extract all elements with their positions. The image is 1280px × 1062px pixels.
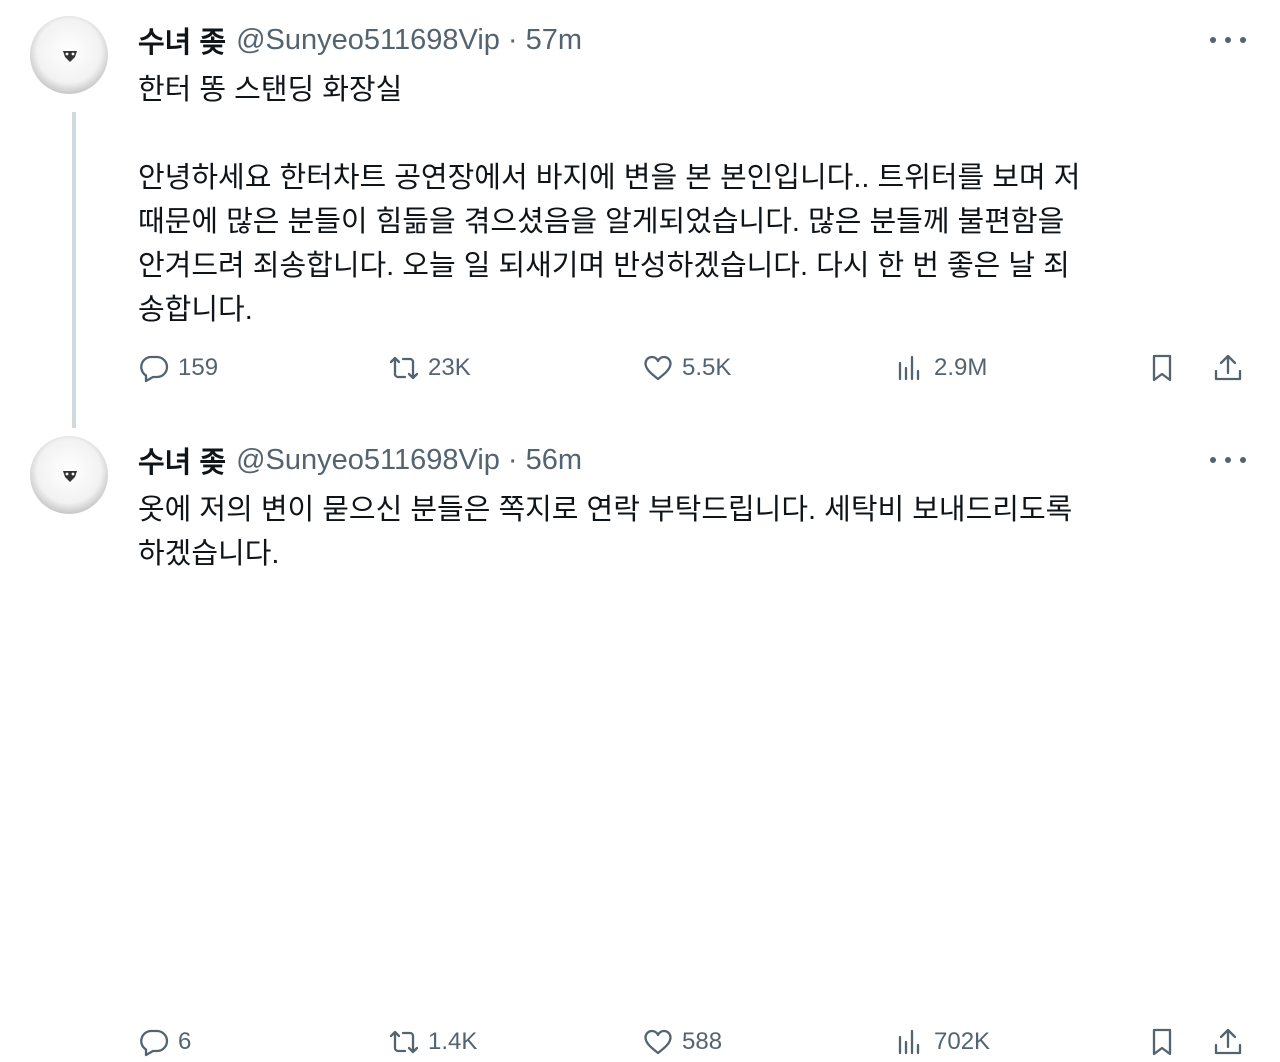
views-count: 702K — [934, 1028, 991, 1055]
heart-icon — [644, 355, 672, 381]
tweet-header: 수녀 좆 @Sunyeo511698Vip · 56m — [138, 440, 582, 480]
avatar-face-icon — [63, 471, 77, 482]
reply-count: 6 — [178, 1028, 192, 1055]
avatar-face-icon — [63, 51, 77, 62]
retweet-button[interactable]: 1.4K — [388, 1022, 477, 1062]
user-handle[interactable]: @Sunyeo511698Vip — [236, 24, 500, 57]
retweet-count: 23K — [428, 354, 471, 381]
avatar[interactable] — [30, 16, 108, 94]
timestamp[interactable]: 56m — [526, 444, 582, 477]
bookmark-icon — [1152, 354, 1172, 382]
bookmark-icon — [1152, 1028, 1172, 1056]
timestamp[interactable]: 57m — [526, 24, 582, 57]
reply-icon — [140, 1029, 169, 1057]
avatar[interactable] — [30, 436, 108, 514]
like-count: 588 — [682, 1028, 723, 1055]
bookmark-button[interactable] — [1146, 1022, 1178, 1062]
retweet-icon — [389, 356, 419, 380]
tweet-header: 수녀 좆 @Sunyeo511698Vip · 57m — [138, 20, 582, 60]
views-count: 2.9M — [934, 354, 988, 381]
display-name[interactable]: 수녀 좆 — [138, 439, 226, 481]
tweet-text: 옷에 저의 변이 묻으신 분들은 쪽지로 연락 부탁드립니다. 세탁비 보내드리… — [138, 494, 1073, 570]
more-icon[interactable] — [1210, 28, 1246, 52]
share-icon — [1214, 1028, 1242, 1055]
retweet-icon — [389, 1030, 419, 1054]
display-name[interactable]: 수녀 좆 — [138, 19, 226, 61]
more-icon[interactable] — [1210, 448, 1246, 472]
views-button[interactable]: 2.9M — [894, 348, 987, 388]
views-icon — [898, 355, 920, 381]
share-icon — [1214, 354, 1242, 381]
retweet-button[interactable]: 23K — [388, 348, 471, 388]
like-button[interactable]: 588 — [642, 1022, 722, 1062]
share-button[interactable] — [1212, 1022, 1244, 1062]
bookmark-button[interactable] — [1146, 348, 1178, 388]
reply-button[interactable]: 159 — [138, 348, 218, 388]
views-button[interactable]: 702K — [894, 1022, 990, 1062]
separator-dot: · — [507, 443, 518, 476]
views-icon — [898, 1029, 920, 1055]
reply-icon — [140, 355, 169, 383]
share-button[interactable] — [1212, 348, 1244, 388]
tweet-text: 한터 똥 스탠딩 화장실 안녕하세요 한터차트 공연장에서 바지에 변을 본 본… — [138, 74, 1081, 326]
like-button[interactable]: 5.5K — [642, 348, 731, 388]
like-count: 5.5K — [682, 354, 732, 381]
reply-button[interactable]: 6 — [138, 1022, 191, 1062]
tweet-actions: 6 1.4K 588 702K — [0, 1022, 1280, 1062]
reply-count: 159 — [178, 354, 219, 381]
separator-dot: · — [507, 23, 518, 56]
user-handle[interactable]: @Sunyeo511698Vip — [236, 444, 500, 477]
heart-icon — [644, 1029, 672, 1055]
tweet-actions: 159 23K 5.5K 2.9M — [0, 348, 1280, 388]
retweet-count: 1.4K — [428, 1028, 478, 1055]
